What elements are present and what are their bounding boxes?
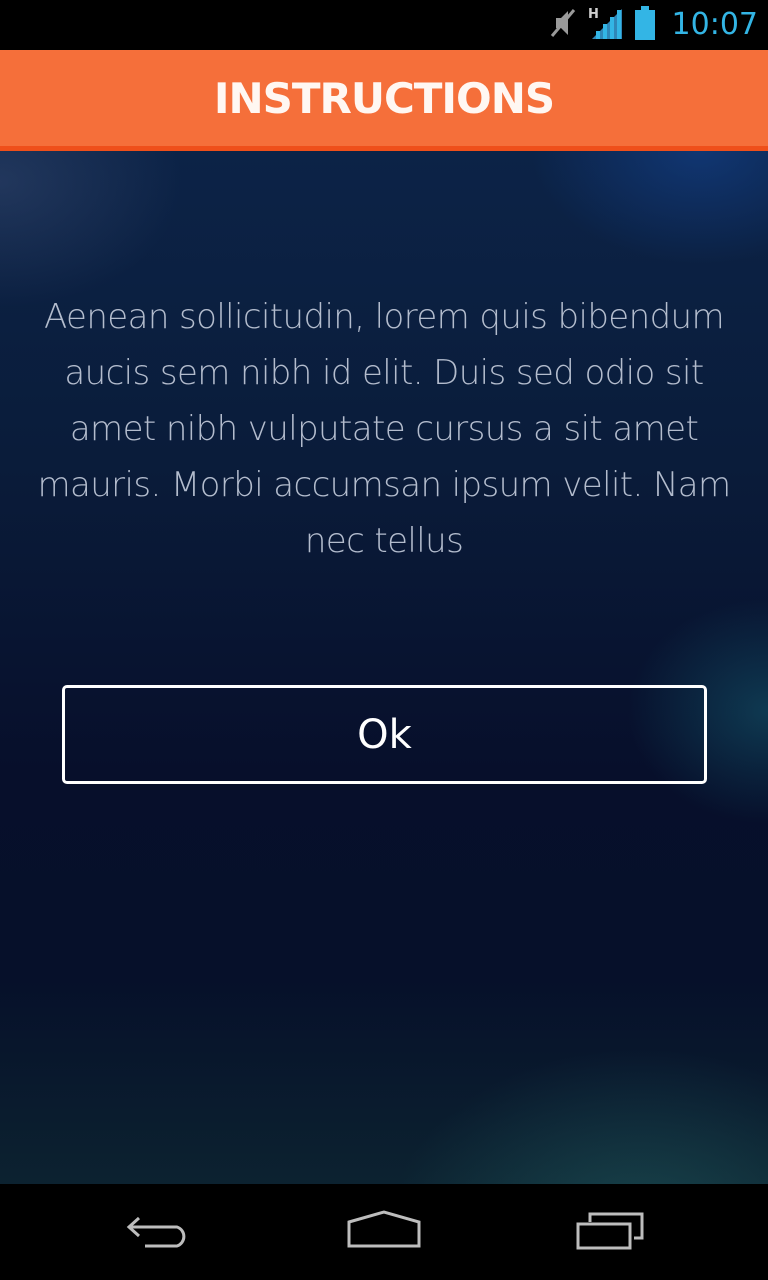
- page-title: INSTRUCTIONS: [213, 73, 555, 123]
- nav-bar: [0, 1184, 768, 1280]
- home-icon: [346, 1210, 422, 1254]
- status-bar: H 10:07: [0, 0, 768, 50]
- back-button[interactable]: [110, 1204, 210, 1260]
- recent-apps-icon: [574, 1210, 646, 1254]
- svg-text:H: H: [588, 7, 599, 22]
- header: INSTRUCTIONS: [0, 50, 768, 151]
- home-button[interactable]: [334, 1204, 434, 1260]
- recent-apps-button[interactable]: [560, 1204, 660, 1260]
- main-content: Aenean sollicitudin, lorem quis bibendum…: [0, 151, 768, 1184]
- back-icon: [125, 1210, 195, 1254]
- muted-icon: [548, 6, 578, 44]
- status-time: 10:07: [671, 7, 758, 42]
- ok-button[interactable]: Ok: [62, 685, 707, 784]
- instructions-text: Aenean sollicitudin, lorem quis bibendum…: [37, 297, 731, 561]
- screen: H 10:07 INSTRUCTIONS Aenean sollicitudin…: [0, 0, 768, 1280]
- status-icons: H 10:07: [548, 0, 758, 50]
- signal-h-icon: H: [588, 5, 624, 45]
- battery-icon: [634, 5, 656, 45]
